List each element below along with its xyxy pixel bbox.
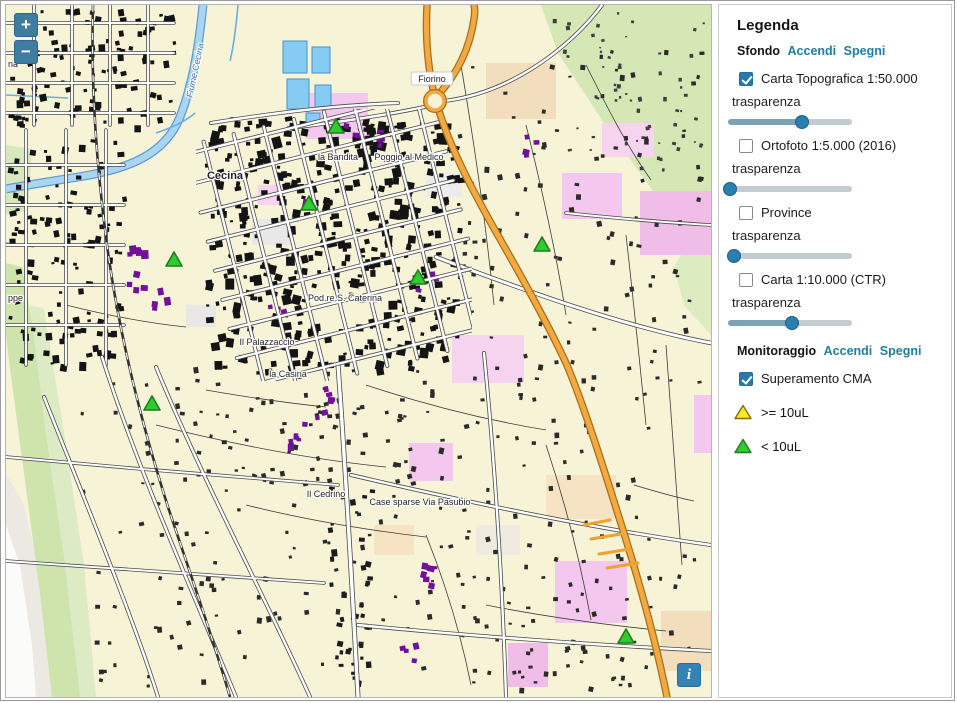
layer-label: Ortofoto 1:5.000 (2016): [761, 138, 896, 153]
zoom-control: + −: [14, 13, 38, 64]
zoom-in-button[interactable]: +: [14, 13, 38, 37]
legend-marker-row-low: < 10uL: [734, 438, 943, 454]
layer-label: Province: [761, 205, 812, 220]
info-button[interactable]: i: [677, 663, 701, 687]
monitoring-off-link[interactable]: Spegni: [880, 344, 922, 358]
legend-panel: Legenda Sfondo Accendi Spegni Carta Topo…: [718, 4, 952, 698]
transparency-slider[interactable]: [728, 119, 852, 125]
map-label: la Casina: [269, 369, 307, 379]
map-label: ppe: [8, 293, 23, 303]
map-label: Pod.re S. Caterina: [308, 293, 382, 303]
layer-checkbox[interactable]: [739, 139, 753, 153]
layer-block-carta-topografica: Carta Topografica 1:50.000 trasparenza: [727, 71, 943, 125]
slider-thumb[interactable]: [723, 182, 737, 196]
layer-checkbox[interactable]: [739, 273, 753, 287]
ok-triangle-icon: [734, 438, 752, 454]
zoom-out-button[interactable]: −: [14, 40, 38, 64]
monitoring-layer-row[interactable]: Superamento CMA: [739, 371, 943, 386]
legend-title: Legenda: [737, 17, 943, 34]
app-window: naFiume CecinaFiorinola BanditaPoggio al…: [0, 0, 955, 701]
layer-label: Carta 1:10.000 (CTR): [761, 272, 886, 287]
map-label: Cecina: [207, 170, 244, 182]
layer-row[interactable]: Carta 1:10.000 (CTR): [739, 272, 943, 287]
monitoring-on-link[interactable]: Accendi: [824, 344, 873, 358]
background-section-label: Sfondo: [737, 44, 780, 58]
legend-marker-row-high: >= 10uL: [734, 404, 943, 420]
layer-row[interactable]: Carta Topografica 1:50.000: [739, 71, 943, 86]
map-canvas: naFiume CecinaFiorinola BanditaPoggio al…: [6, 5, 711, 697]
background-section-header: Sfondo Accendi Spegni: [737, 44, 943, 58]
map-label: Il Cedrino: [307, 489, 346, 499]
slider-thumb[interactable]: [785, 316, 799, 330]
monitoring-checkbox[interactable]: [739, 372, 753, 386]
transparency-label: trasparenza: [732, 161, 943, 176]
monitoring-layer-label: Superamento CMA: [761, 371, 872, 386]
slider-thumb[interactable]: [727, 249, 741, 263]
background-off-link[interactable]: Spegni: [844, 44, 886, 58]
layer-checkbox[interactable]: [739, 72, 753, 86]
warning-triangle-icon: [734, 404, 752, 420]
layer-row[interactable]: Province: [739, 205, 943, 220]
legend-marker-label: < 10uL: [761, 439, 801, 454]
layer-row[interactable]: Ortofoto 1:5.000 (2016): [739, 138, 943, 153]
transparency-label: trasparenza: [732, 228, 943, 243]
background-on-link[interactable]: Accendi: [788, 44, 837, 58]
transparency-slider[interactable]: [728, 320, 852, 326]
map-label: Poggio al Medico: [374, 152, 443, 162]
transparency-slider[interactable]: [728, 253, 852, 259]
layer-block-ctr: Carta 1:10.000 (CTR) trasparenza: [727, 272, 943, 326]
map-label: Il Palazzaccio: [239, 337, 294, 347]
layer-label: Carta Topografica 1:50.000: [761, 71, 918, 86]
layer-block-ortofoto: Ortofoto 1:5.000 (2016) trasparenza: [727, 138, 943, 192]
map-label: Fiorino: [418, 74, 446, 84]
map-label: la Bandita: [318, 152, 358, 162]
monitoring-section-label: Monitoraggio: [737, 344, 816, 358]
map-viewport[interactable]: naFiume CecinaFiorinola BanditaPoggio al…: [5, 4, 712, 698]
transparency-label: trasparenza: [732, 94, 943, 109]
transparency-label: trasparenza: [732, 295, 943, 310]
layer-checkbox[interactable]: [739, 206, 753, 220]
legend-marker-label: >= 10uL: [761, 405, 809, 420]
slider-thumb[interactable]: [795, 115, 809, 129]
transparency-slider[interactable]: [728, 186, 852, 192]
map-label: Case sparse Via Pasubio: [370, 497, 471, 507]
layer-block-province: Province trasparenza: [727, 205, 943, 259]
monitoring-section-header: Monitoraggio Accendi Spegni: [737, 344, 943, 358]
